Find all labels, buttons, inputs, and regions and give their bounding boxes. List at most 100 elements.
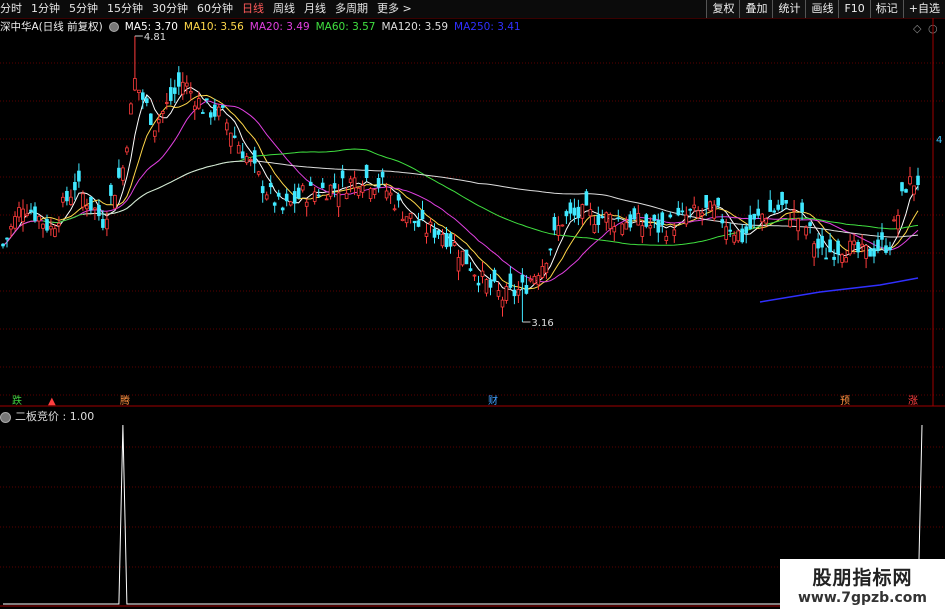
candle-body-53 xyxy=(212,104,217,117)
candle-body-110 xyxy=(440,233,445,247)
candle-body-103 xyxy=(412,220,417,224)
lower-panel-header: 二板竞价 : 1.00 xyxy=(0,410,94,424)
candle-body-21 xyxy=(85,205,89,210)
candle-body-18 xyxy=(73,181,77,191)
candle-body-210 xyxy=(840,254,844,263)
candle-body-41 xyxy=(164,102,169,104)
candle-body-63 xyxy=(252,150,257,164)
candle-body-90 xyxy=(360,185,365,193)
candle-body-14 xyxy=(57,222,61,227)
candle-body-100 xyxy=(400,218,405,222)
candle-body-72 xyxy=(288,201,293,206)
candle-body-24 xyxy=(97,204,101,217)
candle-body-170 xyxy=(680,210,685,213)
candle-body-208 xyxy=(832,256,836,260)
candle-body-19 xyxy=(77,170,81,182)
event-tag-4: 预 xyxy=(840,395,850,407)
candle-body-126 xyxy=(504,286,509,301)
candle-body-69 xyxy=(276,192,281,197)
candle-body-61 xyxy=(244,156,249,164)
candle-body-66 xyxy=(264,194,269,200)
candle-body-197 xyxy=(788,219,792,228)
candle-body-82 xyxy=(328,184,333,197)
event-tag-3: 财 xyxy=(488,394,498,407)
candle-body-17 xyxy=(69,196,73,205)
candle-body-3 xyxy=(13,216,17,229)
candle-body-46 xyxy=(184,82,189,87)
candle-body-181 xyxy=(724,226,728,240)
candle-body-186 xyxy=(744,226,748,234)
candle-body-161 xyxy=(644,214,649,227)
candle-body-123 xyxy=(492,269,497,282)
candle-body-134 xyxy=(536,275,541,286)
watermark-title: 股朋指标网 xyxy=(812,566,913,589)
candle-body-87 xyxy=(348,178,353,183)
candle-body-155 xyxy=(620,223,625,235)
candle-body-156 xyxy=(624,222,629,230)
ma-line-120 xyxy=(82,160,919,238)
candle-body-124 xyxy=(496,290,501,297)
candle-body-112 xyxy=(448,233,453,247)
candle-body-105 xyxy=(420,209,425,220)
candle-body-84 xyxy=(336,192,341,208)
candle-body-212 xyxy=(848,240,852,255)
candle-body-9 xyxy=(37,215,41,222)
candle-body-11 xyxy=(45,219,49,231)
candle-body-12 xyxy=(49,225,53,230)
candle-body-6 xyxy=(25,213,29,216)
candle-body-8 xyxy=(33,206,37,221)
candle-body-180 xyxy=(720,219,724,224)
candle-body-224 xyxy=(896,214,900,230)
candle-body-108 xyxy=(432,228,437,238)
candle-body-58 xyxy=(232,135,237,138)
candle-body-176 xyxy=(704,194,708,208)
event-tag-1: ▲ xyxy=(48,396,56,407)
candle-body-13 xyxy=(53,228,57,237)
candle-body-195 xyxy=(780,191,784,205)
candle-body-115 xyxy=(460,250,465,266)
candle-body-23 xyxy=(93,207,97,211)
kline-chart: 4.81 3.16 4 跌 ▲ 腾 财 预 涨 xyxy=(0,18,945,607)
candle-body-26 xyxy=(105,218,109,230)
candle-body-226 xyxy=(904,189,908,193)
candle-body-178 xyxy=(712,204,716,219)
candle-body-135 xyxy=(540,265,545,278)
candle-body-225 xyxy=(900,182,904,192)
candle-body-175 xyxy=(700,212,704,216)
candle-body-92 xyxy=(368,188,373,199)
ma-line-250 xyxy=(759,277,919,303)
candle-body-204 xyxy=(816,238,820,249)
candle-body-102 xyxy=(408,212,413,219)
candle-body-60 xyxy=(240,151,245,159)
candle-body-177 xyxy=(708,201,712,212)
candle-body-106 xyxy=(424,232,429,237)
candle-body-121 xyxy=(484,279,489,294)
candle-body-219 xyxy=(876,239,880,251)
candle-body-78 xyxy=(312,191,317,202)
candle-body-191 xyxy=(764,218,768,224)
indicator-circle-icon[interactable] xyxy=(0,412,11,423)
candle-body-65 xyxy=(260,186,265,194)
candle-body-174 xyxy=(696,210,700,219)
candle-body-209 xyxy=(836,240,840,255)
candle-body-194 xyxy=(776,204,780,210)
event-tag-0: 跌 xyxy=(12,394,22,407)
candle-body-97 xyxy=(388,192,393,196)
ma-line-5 xyxy=(2,86,919,293)
event-tag-5: 涨 xyxy=(908,395,918,407)
candle-body-34 xyxy=(137,89,141,93)
candle-body-125 xyxy=(500,299,505,308)
candle-body-148 xyxy=(592,224,597,233)
candle-body-158 xyxy=(632,208,637,220)
candle-body-104 xyxy=(416,220,421,227)
candle-body-79 xyxy=(316,194,321,197)
candle-body-45 xyxy=(180,81,185,95)
candle-body-111 xyxy=(444,232,449,248)
candle-body-211 xyxy=(844,257,848,263)
candle-body-220 xyxy=(880,232,884,240)
candle-body-217 xyxy=(868,248,872,257)
candle-body-40 xyxy=(160,111,165,115)
candle-body-227 xyxy=(908,176,912,185)
candle-body-131 xyxy=(524,284,529,294)
candle-body-1 xyxy=(5,237,9,240)
